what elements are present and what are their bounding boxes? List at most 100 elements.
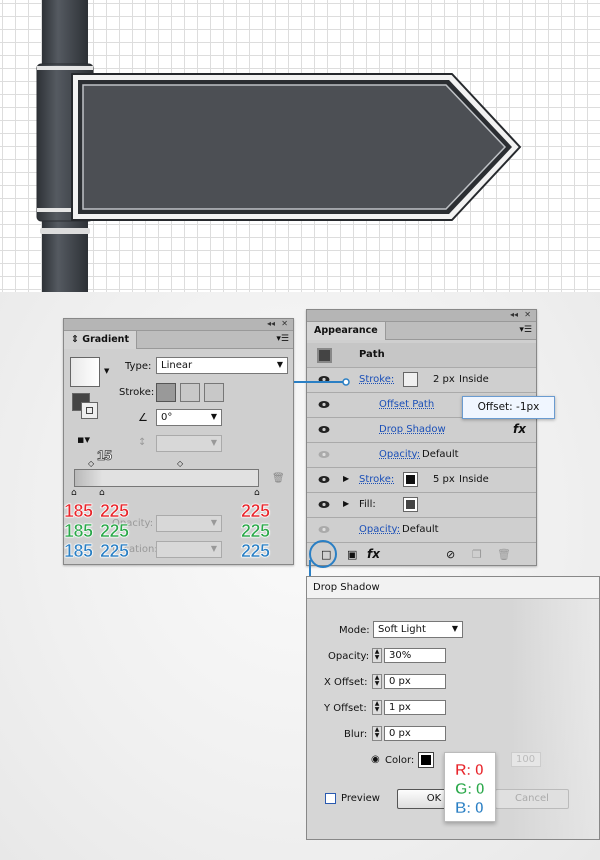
add-stroke-icon[interactable]: □ [321,548,331,561]
stroke-along-button[interactable] [180,383,200,402]
artboard-canvas [0,0,600,292]
chevron-down-icon: ▼ [276,360,283,369]
opacity-input[interactable]: 30% [384,648,446,663]
collapse-icon[interactable]: ◂◂ [267,319,275,328]
cancel-button[interactable]: Cancel [495,789,569,809]
duplicate-item-icon[interactable]: ❐ [472,548,482,561]
annotation-red-3: 225 [241,501,271,522]
aspect-ratio-input[interactable]: ▼ [156,435,222,452]
color-radio[interactable]: ◉ [371,754,380,765]
drop-shadow-row[interactable]: Drop Shadow fx [307,418,536,443]
y-offset-stepper[interactable]: ▲ ▼ [372,700,382,715]
tab-appearance[interactable]: Appearance [307,322,386,340]
chevron-down-icon: ▼ [210,438,217,447]
color-stop-1[interactable]: ⌂ [71,488,77,498]
fill-row[interactable]: ▶ Fill: [307,493,536,518]
mode-value: Soft Light [378,624,426,635]
gradient-preview-swatch[interactable] [70,357,100,387]
path-thumbnail [317,348,332,363]
panel-menu-icon[interactable]: ▾☰ [519,325,532,335]
opacity1-label[interactable]: Opacity: [379,449,420,460]
path-header-row[interactable]: Path [307,343,536,368]
eye-icon[interactable] [318,475,330,484]
panel-menu-icon[interactable]: ▾☰ [276,334,289,344]
fx-icon[interactable]: fx [513,422,526,436]
y-offset-input[interactable]: 1 px [384,700,446,715]
annotation-red-1: 185 [64,501,94,522]
color-stop-3[interactable]: ⌂ [254,488,260,498]
stroke1-swatch[interactable] [403,372,418,387]
opacity1-row[interactable]: Opacity: Default [307,443,536,468]
fill-swatch[interactable] [403,497,418,512]
preview-checkbox[interactable] [325,793,336,804]
expand-triangle-icon[interactable]: ▶ [343,499,349,508]
x-offset-stepper[interactable]: ▲ ▼ [372,674,382,689]
fill-label[interactable]: Fill: [359,499,376,510]
panel-titlebar: ◂◂ ✕ [307,310,536,322]
gradient-slider-bar[interactable] [74,469,259,487]
color-stop-2[interactable]: ⌂ [99,488,105,498]
color-label: Color: [385,755,415,766]
offset-path-label[interactable]: Offset Path [379,399,434,410]
type-value: Linear [161,360,193,371]
stroke2-label[interactable]: Stroke: [359,474,394,485]
chevron-down-icon: ▼ [210,544,217,553]
x-offset-input[interactable]: 0 px [384,674,446,689]
stroke2-row[interactable]: ▶ Stroke: 5 px Inside [307,468,536,493]
annotation-green-1: 185 [64,521,94,542]
add-effect-icon[interactable]: fx [367,547,380,561]
tab-gradient[interactable]: ⇕ Gradient [64,331,137,349]
opacity2-value: Default [402,524,439,535]
tab-gradient-label: Gradient [82,334,129,345]
appearance-list: Path Stroke: 2 px Inside Offset Path Dro… [307,343,536,543]
location-input[interactable]: ▼ [156,541,222,558]
trash-icon[interactable]: 🗑 [497,548,511,561]
opacity2-label[interactable]: Opacity: [359,524,400,535]
shadow-color-swatch[interactable] [418,752,434,768]
midpoint-diamond-center[interactable]: ◇ [177,459,183,468]
reverse-gradient-icon[interactable]: ▪▾ [77,433,90,446]
close-icon[interactable]: ✕ [524,310,531,319]
opacity2-row[interactable]: Opacity: Default [307,518,536,543]
stroke-across-button[interactable] [204,383,224,402]
blur-input[interactable]: 0 px [384,726,446,741]
stroke-within-button[interactable] [156,383,176,402]
close-icon[interactable]: ✕ [281,319,288,328]
tab-arrows-icon: ⇕ [71,334,79,345]
stroke1-align: Inside [459,374,489,385]
eye-icon[interactable] [318,375,330,384]
mode-dropdown[interactable]: Soft Light ▼ [373,621,463,638]
eye-icon-disabled[interactable] [318,525,330,534]
eye-icon[interactable] [318,425,330,434]
eye-icon[interactable] [318,400,330,409]
chevron-down-icon: ▼ [210,518,217,527]
type-dropdown[interactable]: Linear ▼ [156,357,288,374]
type-label: Type: [125,361,152,372]
stroke2-swatch[interactable] [403,472,418,487]
add-fill-icon[interactable]: ▣ [347,548,357,561]
midpoint-diamond-left[interactable]: ◇ [88,459,94,468]
swatch-dropdown-icon[interactable]: ▼ [104,367,109,375]
stroke1-label[interactable]: Stroke: [359,374,394,385]
clear-appearance-icon[interactable]: ⊘ [446,548,455,561]
eye-icon-disabled[interactable] [318,450,330,459]
opacity-input[interactable]: ▼ [156,515,222,532]
eye-icon[interactable] [318,500,330,509]
annotation-green-3: 225 [241,521,271,542]
angle-input[interactable]: 0° ▼ [156,409,222,426]
chevron-down-icon: ▼ [210,412,217,421]
path-header-label: Path [359,349,385,360]
drop-shadow-label[interactable]: Drop Shadow [379,424,446,435]
pole-ring [40,228,90,234]
opacity-stepper[interactable]: ▲ ▼ [372,648,382,663]
blur-label: Blur: [344,729,368,740]
rgb-g-value: G: 0 [455,781,485,799]
stroke1-row[interactable]: Stroke: 2 px Inside [307,368,536,393]
blur-stepper[interactable]: ▲ ▼ [372,726,382,741]
darkness-input[interactable]: 100 [511,752,541,767]
expand-triangle-icon[interactable]: ▶ [343,474,349,483]
collapse-icon[interactable]: ◂◂ [510,310,518,319]
stroke-swatch[interactable] [81,402,98,419]
trash-icon[interactable]: 🗑 [272,473,285,484]
midpoint-location-label: 15 [97,447,113,464]
